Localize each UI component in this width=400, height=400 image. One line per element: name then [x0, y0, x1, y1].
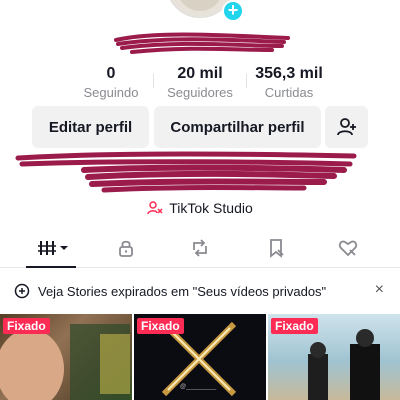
add-friend-button[interactable] — [325, 106, 368, 148]
favorites-icon — [270, 239, 284, 258]
tab-liked[interactable] — [328, 236, 368, 260]
video-grid: Fixado Fixado @_________ Fixado — [0, 314, 400, 400]
watermark-text: @_________ — [180, 384, 217, 390]
stat-followers[interactable]: 20 mil Seguidores — [163, 64, 237, 102]
redacted-bio-scribble — [15, 151, 357, 193]
likes-label: Curtidas — [264, 85, 314, 100]
divider — [153, 74, 154, 88]
divider — [246, 74, 247, 88]
story-icon — [14, 283, 30, 299]
following-label: Seguindo — [83, 85, 139, 100]
pinned-badge: Fixado — [137, 318, 184, 334]
tab-indicator — [26, 266, 76, 268]
pinned-badge: Fixado — [3, 318, 50, 334]
content-tabs — [0, 230, 400, 268]
add-friend-icon — [336, 118, 356, 136]
tab-videos[interactable] — [32, 236, 72, 260]
video-thumbnail[interactable]: Fixado — [268, 314, 400, 400]
liked-icon — [338, 240, 358, 257]
lock-icon — [119, 240, 133, 257]
plus-icon[interactable]: + — [222, 0, 244, 22]
expired-stories-banner[interactable]: Veja Stories expirados em "Seus vídeos p… — [0, 276, 400, 306]
studio-label: TikTok Studio — [169, 200, 253, 216]
video-thumbnail[interactable]: Fixado @_________ — [134, 314, 266, 400]
following-count: 0 — [106, 65, 116, 82]
likes-count: 356,3 mil — [255, 65, 323, 82]
close-icon[interactable]: × — [375, 281, 384, 299]
profile-stats: 0 Seguindo 20 mil Seguidores 356,3 mil C… — [0, 64, 400, 104]
grid-icon — [38, 241, 68, 255]
followers-count: 20 mil — [177, 65, 223, 82]
banner-text: Veja Stories expirados em "Seus vídeos p… — [38, 284, 327, 299]
stat-likes[interactable]: 356,3 mil Curtidas — [248, 64, 330, 102]
tab-private[interactable] — [106, 236, 146, 260]
tiktok-studio-link[interactable]: TikTok Studio — [0, 200, 400, 216]
pinned-badge: Fixado — [271, 318, 318, 334]
repost-icon — [193, 239, 207, 257]
tab-reposts[interactable] — [180, 236, 220, 260]
edit-profile-button[interactable]: Editar perfil — [32, 106, 149, 148]
tab-favorites[interactable] — [256, 236, 296, 260]
share-profile-button[interactable]: Compartilhar perfil — [154, 106, 321, 148]
studio-icon — [147, 201, 163, 215]
followers-label: Seguidores — [167, 85, 233, 100]
redacted-name-scribble — [114, 32, 290, 54]
video-thumbnail[interactable]: Fixado — [0, 314, 132, 400]
stat-following[interactable]: 0 Seguindo — [80, 64, 142, 102]
